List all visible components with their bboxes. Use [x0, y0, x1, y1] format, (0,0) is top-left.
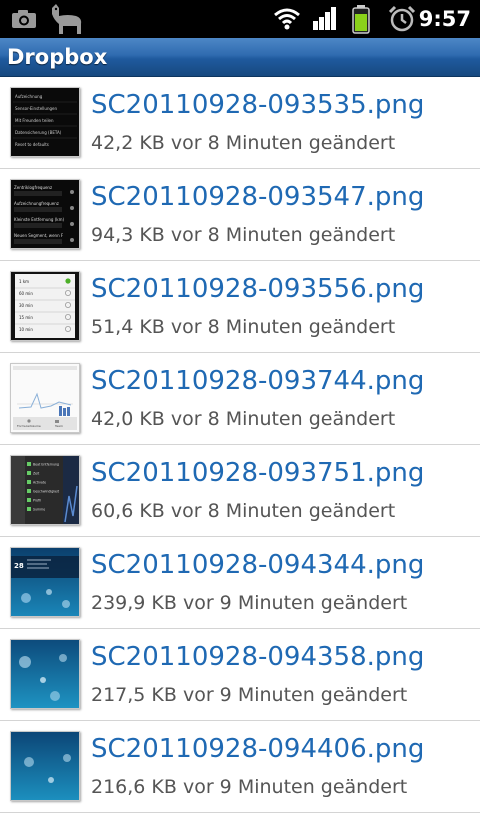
file-thumbnail [10, 639, 80, 709]
file-thumbnail [10, 731, 80, 801]
svg-text:Summe: Summe [33, 508, 45, 512]
svg-text:Sensor-Einstellungen: Sensor-Einstellungen [15, 106, 57, 111]
file-row[interactable]: 1 km 60 min 30 min 15 min 10 min SC20110… [0, 261, 480, 353]
svg-text:Zeit: Zeit [33, 472, 40, 476]
file-name: SC20110928-094344.png [91, 550, 425, 580]
file-thumbnail: 1 km 60 min 30 min 15 min 10 min [10, 271, 80, 341]
file-name: SC20110928-093535.png [91, 90, 425, 120]
file-row[interactable]: 28 SC20110928-094344.png 239,9 KB vor 9 … [0, 537, 480, 629]
file-info: 239,9 KB vor 9 Minuten geändert [91, 592, 408, 614]
file-row[interactable]: Aufzeichnung Sensor-Einstellungen Mit Fr… [0, 77, 480, 169]
alarm-icon [388, 0, 416, 38]
svg-text:Neuen Segment, wenn F: Neuen Segment, wenn F [14, 233, 64, 238]
file-info: 42,2 KB vor 8 Minuten geändert [91, 132, 396, 154]
svg-text:28: 28 [14, 562, 24, 570]
file-info: 94,3 KB vor 8 Minuten geändert [91, 224, 396, 246]
svg-text:Team: Team [54, 424, 63, 428]
svg-text:Beat Entfernung: Beat Entfernung [33, 463, 59, 467]
svg-text:30 min: 30 min [19, 303, 33, 308]
app-title: Dropbox [7, 45, 108, 69]
file-name: SC20110928-093744.png [91, 366, 425, 396]
file-info: 42,0 KB vor 8 Minuten geändert [91, 408, 396, 430]
file-info: 217,5 KB vor 9 Minuten geändert [91, 684, 408, 706]
file-thumbnail: Beat Entfernung Zeit Activate Geschwindi… [10, 455, 80, 525]
file-name: SC20110928-093751.png [91, 458, 425, 488]
svg-text:Profil: Profil [33, 499, 41, 503]
file-name: SC20110928-093547.png [91, 182, 425, 212]
file-info: 216,6 KB vor 9 Minuten geändert [91, 776, 408, 798]
svg-text:Zentriklogfrequenz: Zentriklogfrequenz [14, 185, 52, 190]
svg-text:Aufzeichnungfrequenz: Aufzeichnungfrequenz [14, 201, 59, 206]
svg-text:10 min: 10 min [19, 327, 33, 332]
file-row[interactable]: Zentriklogfrequenz Aufzeichnungfrequenz … [0, 169, 480, 261]
svg-text:Mit Freunden teilen: Mit Freunden teilen [15, 118, 54, 123]
svg-text:Activate: Activate [33, 481, 46, 485]
file-info: 60,6 KB vor 8 Minuten geändert [91, 500, 396, 522]
battery-icon [352, 0, 370, 38]
file-name: SC20110928-093556.png [91, 274, 425, 304]
camera-icon [10, 0, 38, 38]
svg-text:15 min: 15 min [19, 315, 33, 320]
file-row[interactable]: SC20110928-094406.png 216,6 KB vor 9 Min… [0, 721, 480, 813]
svg-text:Geschwindigkeit: Geschwindigkeit [33, 490, 60, 494]
app-title-bar: Dropbox [0, 38, 480, 77]
svg-text:1 km: 1 km [19, 279, 29, 284]
wifi-icon [272, 0, 302, 38]
svg-text:Reset to defaults: Reset to defaults [15, 142, 49, 147]
svg-text:Datensicherung (BETA): Datensicherung (BETA) [15, 130, 62, 135]
clock: 9:57 [418, 7, 471, 31]
file-thumbnail: Zentriklogfrequenz Aufzeichnungfrequenz … [10, 179, 80, 249]
alpaca-icon [46, 0, 86, 38]
file-thumbnail: Formularbäume Team [10, 363, 80, 433]
file-thumbnail: 28 [10, 547, 80, 617]
status-bar: 9:57 [0, 0, 480, 38]
file-info: 51,4 KB vor 8 Minuten geändert [91, 316, 396, 338]
file-row[interactable]: Formularbäume Team SC20110928-093744.png… [0, 353, 480, 445]
file-row[interactable]: Beat Entfernung Zeit Activate Geschwindi… [0, 445, 480, 537]
svg-text:60 min: 60 min [19, 291, 33, 296]
file-row[interactable]: SC20110928-094358.png 217,5 KB vor 9 Min… [0, 629, 480, 721]
file-thumbnail: Aufzeichnung Sensor-Einstellungen Mit Fr… [10, 87, 80, 157]
svg-text:Kleinste Entfernung (km): Kleinste Entfernung (km) [14, 217, 64, 222]
file-name: SC20110928-094406.png [91, 734, 425, 764]
signal-icon [312, 0, 338, 38]
file-list: Aufzeichnung Sensor-Einstellungen Mit Fr… [0, 77, 480, 813]
svg-text:Formularbäume: Formularbäume [17, 424, 41, 428]
svg-text:Aufzeichnung: Aufzeichnung [15, 94, 43, 99]
file-name: SC20110928-094358.png [91, 642, 425, 672]
